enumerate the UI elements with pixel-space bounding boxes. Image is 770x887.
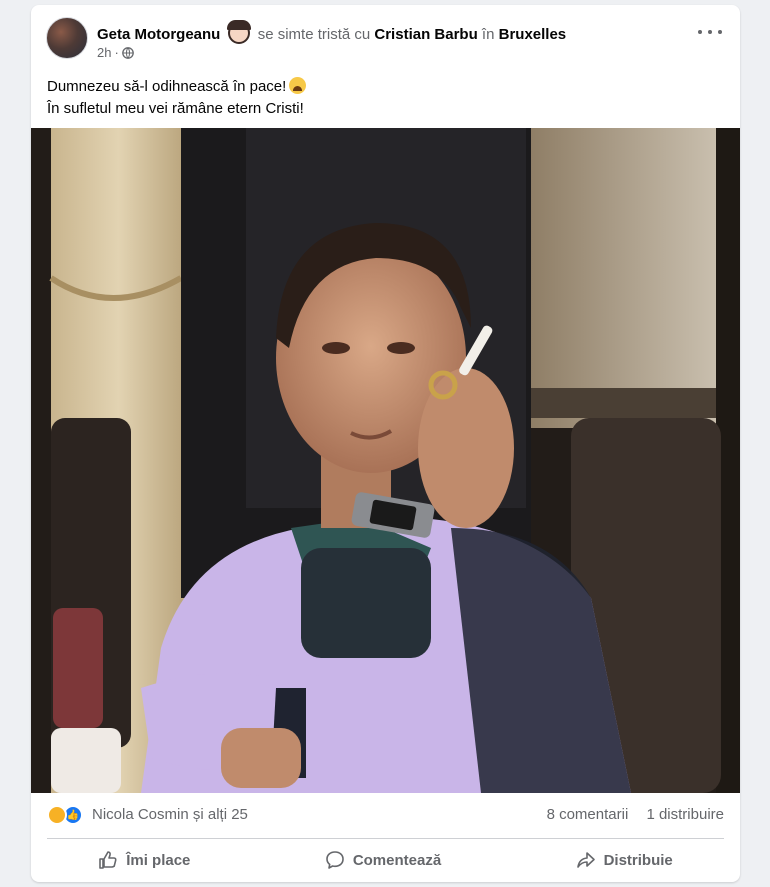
location-link[interactable]: Bruxelles: [499, 26, 567, 43]
thumbs-up-icon: [99, 851, 117, 869]
share-label: Distribuie: [603, 851, 673, 869]
sad-face-icon: [226, 20, 251, 44]
post-time[interactable]: 2h: [97, 45, 111, 61]
photo-illustration: [31, 128, 740, 793]
post-card: Geta Motorgeanu se simte tristă cu Crist…: [31, 5, 740, 882]
comment-button[interactable]: Comentează: [309, 844, 457, 876]
comment-bubble-icon: [326, 851, 344, 869]
author-name[interactable]: Geta Motorgeanu: [97, 26, 220, 43]
comments-count[interactable]: 8 comentarii: [547, 806, 629, 823]
post-text-line-2: În sufletul meu vei rămâne etern Cristi!: [47, 100, 304, 117]
post-photo[interactable]: [31, 128, 740, 793]
post-text: Dumnezeu să-l odihnească în pace! În suf…: [47, 76, 307, 120]
engagement-counts: 8 comentarii 1 distribuire: [547, 806, 724, 823]
like-button[interactable]: Îmi place: [82, 844, 206, 876]
comment-label: Comentează: [352, 851, 442, 869]
actions-divider: [47, 838, 724, 839]
avatar[interactable]: [46, 17, 88, 59]
share-arrow-icon: [576, 852, 595, 868]
sad-reaction-icon: [47, 805, 67, 825]
reaction-icons[interactable]: 👍: [47, 805, 87, 825]
meta-separator: ·: [114, 45, 119, 60]
more-options-icon[interactable]: [698, 25, 722, 39]
like-label: Îmi place: [126, 851, 191, 869]
tagged-person[interactable]: Cristian Barbu: [374, 26, 477, 43]
feeling-text: se simte tristă cu: [257, 26, 371, 43]
post-header-line: Geta Motorgeanu se simte tristă cu Crist…: [97, 20, 567, 45]
post-text-line-1: Dumnezeu să-l odihnească în pace!: [47, 76, 307, 98]
share-button[interactable]: Distribuie: [560, 844, 689, 876]
post-meta: 2h ·: [97, 45, 134, 61]
post-header: Geta Motorgeanu se simte tristă cu Crist…: [31, 5, 740, 67]
globe-icon: [121, 47, 134, 59]
location-prefix: în: [481, 26, 495, 43]
crying-emoji-icon: [289, 77, 307, 94]
shares-count[interactable]: 1 distribuire: [646, 806, 724, 823]
reactions-summary[interactable]: Nicola Cosmin și alți 25: [92, 806, 248, 823]
post-actions: Îmi place Comentează Distribuie: [31, 842, 740, 878]
reactions-bar: 👍 Nicola Cosmin și alți 25 8 comentarii …: [31, 800, 740, 830]
